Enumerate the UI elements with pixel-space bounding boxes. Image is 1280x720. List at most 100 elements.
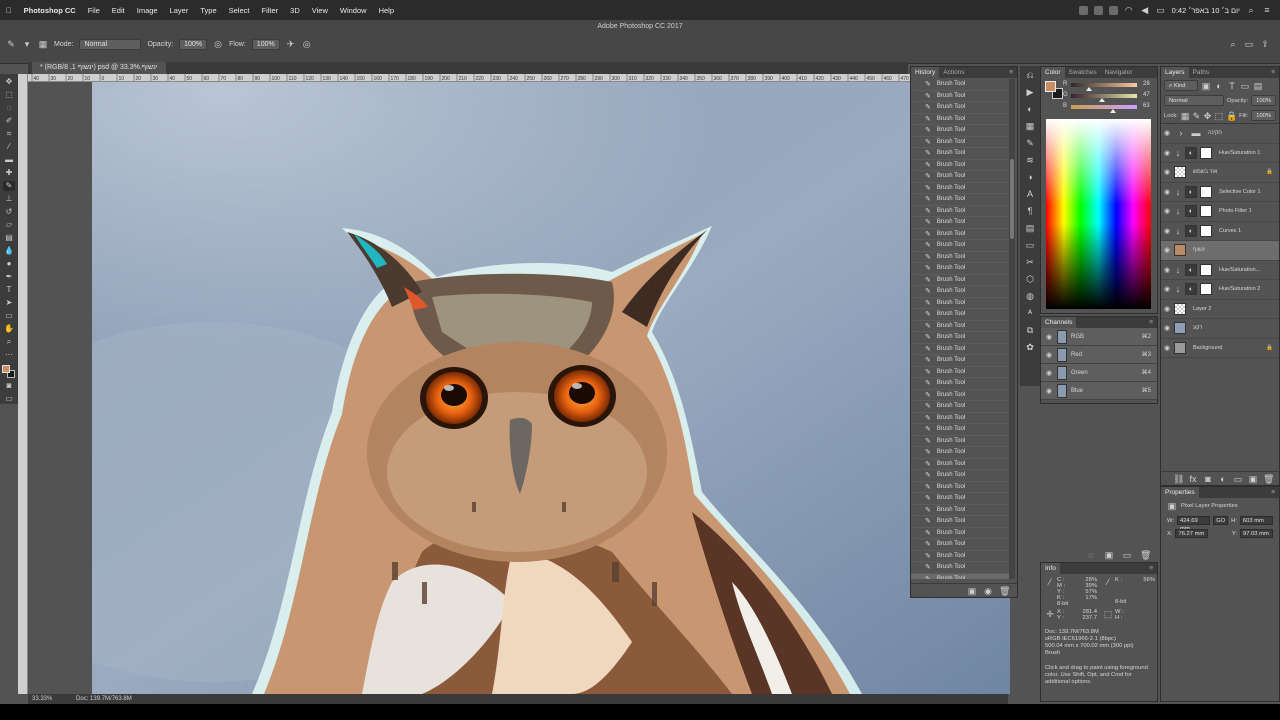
menu-filter[interactable]: Filter [255, 6, 284, 15]
opacity-field[interactable]: 100% [179, 38, 208, 50]
layer-name[interactable]: חקינה [1208, 130, 1222, 136]
layer-row[interactable]: ◉ ↓ ◐ Hue/Saturation 2 [1161, 280, 1279, 300]
new-group-icon[interactable]: ▭ [1233, 474, 1243, 484]
marquee-tool-icon[interactable]: ⬚ [3, 90, 15, 100]
history-item[interactable]: ✎ Brush Tool [911, 171, 1011, 183]
brush-tool-icon[interactable]: ✎ [6, 39, 16, 49]
menu-edit[interactable]: Edit [106, 6, 131, 15]
menu-3d[interactable]: 3D [284, 6, 306, 15]
visibility-eye-icon[interactable]: ◉ [1163, 344, 1171, 352]
layer-row[interactable]: ◉ ינשוף [1161, 241, 1279, 261]
channels-title[interactable]: Channels [1041, 317, 1077, 328]
search-icon[interactable]: ⌕ [1246, 5, 1256, 15]
pressure-opacity-icon[interactable]: ◎ [213, 39, 223, 49]
foreground-color-swatch[interactable] [2, 365, 10, 373]
wifi-icon[interactable]: ◠ [1124, 5, 1134, 15]
channel-row-red[interactable]: ◉ Red ⌘3 [1041, 346, 1157, 364]
history-item[interactable]: ✎ Brush Tool [911, 252, 1011, 263]
menu-layer[interactable]: Layer [164, 6, 195, 15]
airbrush-icon[interactable]: ✈ [286, 39, 296, 49]
hand-tool-icon[interactable]: ✋ [3, 324, 15, 334]
document-tab[interactable]: * (RGB/8 ,1 ינשוף) psd @ 33.3%.ינשוף [32, 62, 166, 74]
zoom-level[interactable]: 33.33% [32, 696, 52, 702]
move-tool-icon[interactable]: ✥ [3, 77, 15, 87]
battery-icon[interactable]: ▭ [1156, 5, 1166, 15]
swatches-panel-icon[interactable]: ▦ [1025, 121, 1035, 131]
history-item[interactable]: ✎ Brush Tool [911, 275, 1011, 286]
layer-name[interactable]: Background [1193, 345, 1222, 351]
shape-tool-icon[interactable]: ▭ [3, 311, 15, 321]
history-item[interactable]: ✎ Brush Tool [911, 183, 1011, 194]
tab-history[interactable]: History [911, 67, 940, 78]
dodge-tool-icon[interactable]: ● [3, 259, 15, 269]
load-selection-icon[interactable]: ◌ [1086, 550, 1096, 560]
path-select-tool-icon[interactable]: ➤ [3, 298, 15, 308]
menu-window[interactable]: Window [334, 6, 373, 15]
glyphs-icon[interactable]: ᴬ [1025, 308, 1035, 318]
link-layers-icon[interactable]: ⛓ [1173, 474, 1184, 484]
x-field[interactable]: 76.27 mm [1175, 529, 1209, 538]
layer-mask-thumbnail[interactable] [1200, 263, 1212, 276]
lock-all-icon[interactable]: 🔒 [1226, 111, 1237, 121]
history-item[interactable]: ✎ Brush Tool [911, 206, 1011, 217]
paragraph-panel-icon[interactable]: ¶ [1025, 206, 1035, 216]
character-panel-icon[interactable]: A [1025, 189, 1035, 199]
history-item[interactable]: ✎ Brush Tool [911, 482, 1011, 493]
visibility-eye-icon[interactable]: ◉ [1163, 188, 1171, 196]
tab-color[interactable]: Color [1041, 67, 1065, 78]
status-icon[interactable] [1108, 5, 1118, 15]
layer-name[interactable]: אור בשמש [1193, 169, 1217, 175]
history-item[interactable]: ✎ Brush Tool [911, 562, 1011, 574]
adjustments-panel-icon[interactable]: ◑ [1025, 172, 1035, 182]
slider-handle[interactable] [1086, 87, 1093, 91]
filter-pixel-icon[interactable]: ▣ [1201, 81, 1211, 91]
gradient-tool-icon[interactable]: ▤ [3, 233, 15, 243]
history-item[interactable]: ✎ Brush Tool [911, 459, 1011, 470]
channel-row-rgb[interactable]: ◉ RGB ⌘2 [1041, 328, 1157, 346]
slider-value[interactable]: 47 [1143, 92, 1150, 98]
history-brush-tool-icon[interactable]: ↺ [3, 207, 15, 217]
new-layer-icon[interactable]: ▣ [1248, 474, 1258, 484]
styles-panel-icon[interactable]: ✿ [1025, 342, 1035, 352]
layer-thumbnail[interactable] [1174, 166, 1186, 179]
width-field[interactable]: 424.69 mm [1176, 516, 1211, 532]
pen-tool-icon[interactable]: ✒ [3, 272, 15, 282]
y-field[interactable]: 97.03 mm [1240, 529, 1274, 538]
properties-title[interactable]: Properties [1161, 487, 1199, 498]
history-item[interactable]: ✎ Brush Tool [911, 114, 1011, 125]
layer-style-icon[interactable]: fx [1188, 474, 1198, 484]
visibility-eye-icon[interactable]: ◉ [1045, 369, 1053, 377]
layer-row[interactable]: ◉ › ▬ חקינה [1161, 124, 1279, 144]
visibility-eye-icon[interactable]: ◉ [1163, 168, 1171, 176]
history-item[interactable]: ✎ Brush Tool [911, 528, 1011, 539]
new-adjustment-icon[interactable]: ◐ [1218, 474, 1228, 484]
color-slider-g[interactable] [1071, 94, 1137, 102]
history-item[interactable]: ✎ Brush Tool [911, 102, 1011, 114]
visibility-eye-icon[interactable]: ◉ [1045, 351, 1053, 359]
layer-thumbnail[interactable] [1174, 302, 1186, 315]
status-icon[interactable] [1078, 5, 1088, 15]
menu-app-name[interactable]: Photoshop CC [18, 6, 82, 15]
layer-name[interactable]: Photo Filter 1 [1219, 208, 1252, 214]
slider-handle[interactable] [1099, 98, 1106, 102]
chevron-right-icon[interactable]: › [1174, 128, 1188, 138]
ruler-tool-icon[interactable]: ▬ [3, 155, 15, 165]
history-item[interactable]: ✎ Brush Tool [911, 424, 1011, 436]
filter-shape-icon[interactable]: ▭ [1240, 81, 1250, 91]
lock-artboard-icon[interactable]: ⬚ [1215, 111, 1224, 121]
filter-smart-icon[interactable]: ▤ [1253, 81, 1263, 91]
layer-name[interactable]: Hue/Saturation... [1219, 267, 1260, 273]
lock-position-icon[interactable]: ✥ [1204, 111, 1212, 121]
visibility-eye-icon[interactable]: ◉ [1163, 149, 1171, 157]
history-item[interactable]: ✎ Brush Tool [911, 148, 1011, 160]
panel-menu-icon[interactable]: ≡ [1145, 319, 1157, 326]
new-channel-icon[interactable]: ▭ [1122, 550, 1132, 560]
pressure-size-icon[interactable]: ◎ [302, 39, 312, 49]
trash-icon[interactable]: 🗑 [999, 586, 1010, 596]
slider-handle[interactable] [1109, 109, 1116, 113]
history-item[interactable]: ✎ Brush Tool [911, 551, 1011, 562]
eraser-tool-icon[interactable]: ▱ [3, 220, 15, 230]
volume-icon[interactable]: ◀ [1140, 5, 1150, 15]
lock-pixels-icon[interactable]: ✎ [1192, 111, 1201, 121]
layer-name[interactable]: רקע [1193, 325, 1202, 331]
